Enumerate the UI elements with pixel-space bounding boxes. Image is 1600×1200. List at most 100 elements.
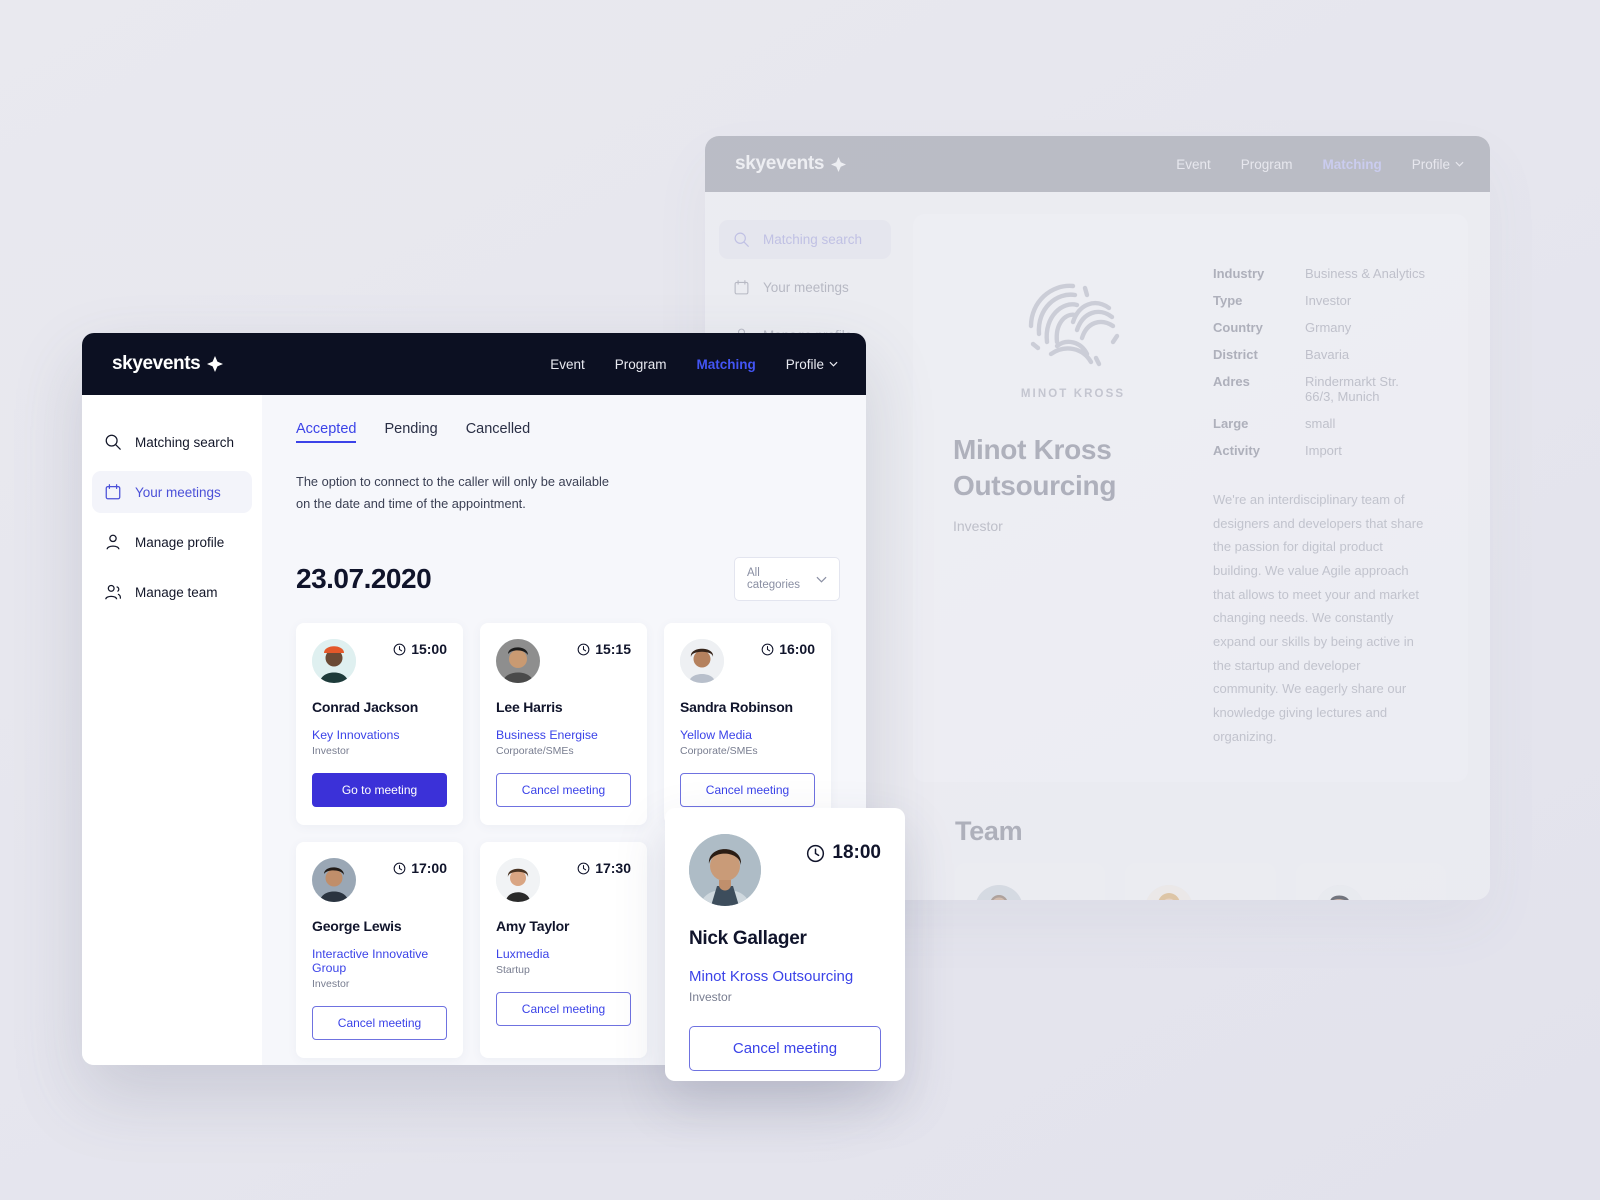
app-nav: Event Program Matching Profile bbox=[550, 357, 838, 372]
meeting-card-header: 17:30 bbox=[496, 858, 631, 902]
meeting-person-name: Amy Taylor bbox=[496, 918, 570, 934]
meeting-card: 17:00 George Lewis Interactive Innovativ… bbox=[296, 842, 463, 1058]
clock-icon bbox=[393, 862, 406, 874]
meeting-time: 17:00 bbox=[393, 860, 447, 876]
avatar bbox=[1315, 885, 1364, 900]
avatar bbox=[1145, 885, 1194, 900]
tab-pending[interactable]: Pending bbox=[384, 421, 437, 443]
clock-icon bbox=[393, 643, 406, 655]
bg-detail-label: Country bbox=[1213, 320, 1263, 335]
sidebar-item-manage-team[interactable]: Manage team bbox=[92, 571, 252, 613]
avatar-image bbox=[312, 639, 356, 683]
bg-logo-wordmark: MINOT KROSS bbox=[1020, 388, 1126, 400]
featured-role: Investor bbox=[689, 990, 732, 1004]
tab-cancelled[interactable]: Cancelled bbox=[466, 421, 531, 443]
meeting-company[interactable]: Key Innovations bbox=[312, 728, 447, 742]
user-icon bbox=[106, 534, 120, 550]
meeting-company[interactable]: Business Energise bbox=[496, 728, 631, 742]
sidebar-item-matching-search[interactable]: Matching search bbox=[92, 421, 252, 463]
meeting-person-name: Sandra Robinson bbox=[680, 699, 793, 715]
featured-card-header: 18:00 bbox=[689, 834, 881, 906]
meeting-time: 15:15 bbox=[577, 641, 631, 657]
avatar bbox=[312, 858, 356, 902]
meeting-card: 16:00 Sandra Robinson Yellow Media Corpo… bbox=[664, 623, 831, 825]
calendar-icon bbox=[734, 280, 749, 295]
bg-main-content: MINOT KROSS Minot Kross Outsourcing Inve… bbox=[905, 192, 1490, 900]
go-to-meeting-button[interactable]: Go to meeting bbox=[312, 773, 447, 807]
avatar-image bbox=[689, 834, 761, 906]
bg-detail-value: small bbox=[1305, 416, 1336, 431]
sidebar-label: Manage profile bbox=[135, 534, 225, 550]
avatar-image bbox=[312, 858, 356, 902]
nav-item-matching[interactable]: Matching bbox=[696, 357, 755, 372]
meeting-time-value: 17:30 bbox=[595, 860, 631, 876]
minot-kross-logo-icon bbox=[1028, 283, 1120, 367]
meeting-card: 15:00 Conrad Jackson Key Innovations Inv… bbox=[296, 623, 463, 825]
bg-nav-profile[interactable]: Profile bbox=[1412, 157, 1464, 172]
bg-team-member-card: Nick Gallager Head of marketing Match bbox=[955, 863, 1106, 900]
calendar-icon bbox=[105, 484, 121, 500]
app-logo[interactable]: skyevents bbox=[112, 353, 224, 375]
category-filter-select[interactable]: All categories bbox=[734, 557, 840, 601]
meeting-card: 17:30 Amy Taylor Luxmedia Startup Cancel… bbox=[480, 842, 647, 1058]
bg-company-identity: MINOT KROSS Minot Kross Outsourcing Inve… bbox=[953, 250, 1193, 748]
clock-icon bbox=[577, 643, 590, 655]
bg-sidebar-item-your-meetings[interactable]: Your meetings bbox=[719, 268, 891, 307]
meeting-time-value: 17:00 bbox=[411, 860, 447, 876]
meeting-time: 17:30 bbox=[577, 860, 631, 876]
featured-company[interactable]: Minot Kross Outsourcing bbox=[689, 968, 881, 985]
meeting-role: Investor bbox=[312, 745, 350, 757]
featured-cancel-meeting-button[interactable]: Cancel meeting bbox=[689, 1026, 881, 1071]
featured-meeting-time-value: 18:00 bbox=[832, 842, 881, 863]
bg-topbar: skyevents Event Program Matching Profile bbox=[705, 136, 1490, 192]
availability-notice: The option to connect to the caller will… bbox=[296, 474, 609, 511]
bg-sidebar-item-matching-search[interactable]: Matching search bbox=[719, 220, 891, 259]
featured-meeting-card: 18:00 Nick Gallager Minot Kross Outsourc… bbox=[665, 808, 905, 1081]
cancel-meeting-button[interactable]: Cancel meeting bbox=[496, 773, 631, 807]
date-and-filter-row: 23.07.2020 All categories bbox=[296, 557, 840, 601]
meeting-card: 15:15 Lee Harris Business Energise Corpo… bbox=[480, 623, 647, 825]
category-filter-value: All categories bbox=[747, 567, 801, 591]
bg-logo-text: skyevents bbox=[735, 153, 825, 174]
nav-item-program[interactable]: Program bbox=[615, 357, 667, 372]
meeting-person-name: George Lewis bbox=[312, 918, 402, 934]
avatar-image bbox=[1145, 885, 1194, 900]
users-icon bbox=[105, 584, 122, 600]
featured-meeting-time: 18:00 bbox=[806, 842, 881, 864]
bg-logo[interactable]: skyevents bbox=[735, 153, 847, 175]
bg-company-description: We're an interdisciplinary team of desig… bbox=[1213, 492, 1424, 744]
bg-detail-value: Grmany bbox=[1305, 320, 1352, 335]
meeting-time-value: 15:15 bbox=[595, 641, 631, 657]
bg-team-list: Nick Gallager Head of marketing Match Sa… bbox=[913, 863, 1468, 900]
bg-nav-program[interactable]: Program bbox=[1241, 157, 1293, 172]
star-icon bbox=[207, 356, 224, 372]
cancel-meeting-button[interactable]: Cancel meeting bbox=[680, 773, 815, 807]
sidebar-label: Your meetings bbox=[135, 484, 221, 500]
tab-accepted[interactable]: Accepted bbox=[296, 421, 357, 443]
sidebar-item-manage-profile[interactable]: Manage profile bbox=[92, 521, 252, 563]
meeting-company[interactable]: Interactive Innovative Group bbox=[312, 947, 447, 975]
avatar bbox=[975, 885, 1023, 900]
clock-icon bbox=[577, 862, 590, 874]
clock-icon bbox=[761, 643, 774, 655]
sidebar-item-your-meetings[interactable]: Your meetings bbox=[92, 471, 252, 513]
avatar bbox=[689, 834, 761, 906]
meeting-company[interactable]: Yellow Media bbox=[680, 728, 815, 742]
meeting-company[interactable]: Luxmedia bbox=[496, 947, 631, 961]
nav-item-profile-label: Profile bbox=[785, 356, 824, 372]
bg-company-profile-card: MINOT KROSS Minot Kross Outsourcing Inve… bbox=[913, 214, 1468, 783]
bg-nav-event[interactable]: Event bbox=[1176, 157, 1211, 172]
bg-company-name: Minot Kross Outsourcing bbox=[953, 434, 1117, 501]
bg-star-icon bbox=[831, 156, 847, 172]
avatar bbox=[312, 639, 356, 683]
bg-team-member-card: Andrea Smith UI/UX Designer Match bbox=[1295, 863, 1446, 900]
bg-nav-matching[interactable]: Matching bbox=[1322, 157, 1381, 172]
cancel-meeting-button[interactable]: Cancel meeting bbox=[496, 992, 631, 1026]
nav-item-profile[interactable]: Profile bbox=[786, 357, 838, 372]
bg-sidebar-label: Your meetings bbox=[763, 280, 849, 295]
bg-detail-value: Business & Analytics bbox=[1305, 266, 1425, 281]
cancel-meeting-button[interactable]: Cancel meeting bbox=[312, 1006, 447, 1040]
bg-company-type: Investor bbox=[953, 517, 1003, 534]
nav-item-event[interactable]: Event bbox=[550, 357, 585, 372]
bg-nav-profile-label: Profile bbox=[1411, 156, 1450, 172]
